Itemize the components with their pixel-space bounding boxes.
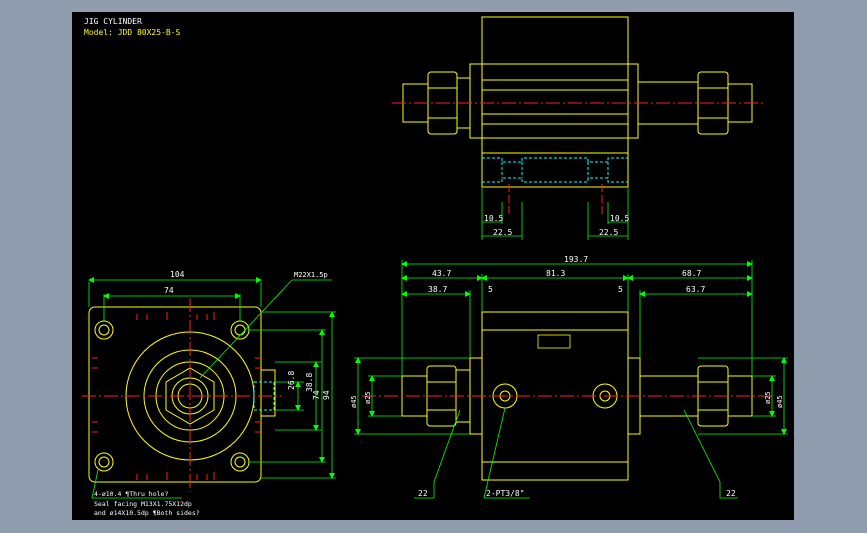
front-view: 193.7 43.7 81.3 68.7 38.7 5 5 63.7 ø25 ø… — [350, 255, 788, 499]
side-body-outline — [88, 306, 262, 483]
top-body-outline — [481, 16, 629, 154]
front-dim-gap-right: 5 — [618, 285, 623, 294]
side-dim-span-inner: 74 — [312, 390, 321, 400]
front-dim-overall: 193.7 — [564, 255, 588, 264]
front-dim-sub-right: 63.7 — [686, 285, 705, 294]
side-dim-height: 94 — [322, 390, 331, 400]
side-dim-hole-span: 74 — [164, 286, 174, 295]
front-dim-dia-left-1: ø25 — [364, 391, 372, 404]
top-dim-left-large: 22.5 — [493, 228, 512, 237]
side-note-holes-3: and ø14X10.5dp ¶Both sides? — [94, 509, 200, 517]
drawing-canvas: JIG CYLINDER Model: JDD 80X25-B-S 10.5 2… — [72, 12, 794, 520]
front-dim-seg-mid: 81.3 — [546, 269, 565, 278]
front-nameplate — [537, 334, 571, 349]
front-dim-seg-left: 43.7 — [432, 269, 451, 278]
side-view: 104 74 26.8 38.8 74 94 M22X1.5p 4-ø10.4 … — [82, 270, 336, 517]
front-dim-wrench-left: 22 — [418, 489, 428, 498]
front-dim-seg-right: 68.7 — [682, 269, 701, 278]
front-dim-gap-left: 5 — [488, 285, 493, 294]
top-body-flange — [469, 63, 639, 139]
front-dim-dia-left-2: ø45 — [350, 395, 358, 408]
front-dim-sub-left: 38.7 — [428, 285, 447, 294]
side-note-thread: M22X1.5p — [294, 271, 328, 279]
top-hidden-lines — [482, 157, 628, 183]
side-dim-port-small: 26.8 — [287, 371, 296, 390]
front-dim-dia-right-1: ø25 — [764, 391, 772, 404]
top-dim-right-small: 10.5 — [610, 214, 629, 223]
front-dim-port: 2-PT3/8" — [486, 489, 525, 498]
top-dim-right-large: 22.5 — [599, 228, 618, 237]
side-note-holes-2: Seal facing M13X1.75X12dp — [94, 500, 192, 508]
side-note-holes-1: 4-ø10.4 ¶Thru hole? — [94, 490, 168, 498]
top-view: 10.5 22.5 10.5 22.5 — [392, 16, 764, 240]
top-dim-left-small: 10.5 — [484, 214, 503, 223]
side-dim-width: 104 — [170, 270, 185, 279]
cad-drawing: 10.5 22.5 10.5 22.5 104 74 26.8 38.8 74 … — [82, 16, 788, 517]
front-dim-dia-right-2: ø45 — [776, 395, 784, 408]
front-dim-wrench-right: 22 — [726, 489, 736, 498]
side-dim-port-large: 38.8 — [305, 373, 314, 392]
side-port-boss — [260, 369, 276, 417]
